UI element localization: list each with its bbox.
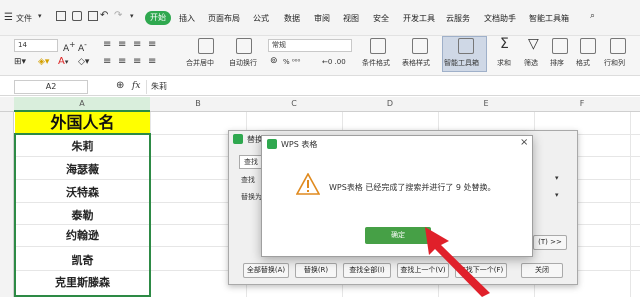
- replace-button[interactable]: 替换(R): [295, 263, 337, 278]
- decimal-icon[interactable]: ←0 .00: [322, 58, 346, 66]
- column-header-a[interactable]: A: [14, 99, 150, 108]
- sum-icon[interactable]: Σ: [500, 36, 509, 52]
- formula-input[interactable]: 朱莉: [146, 80, 636, 94]
- print-icon[interactable]: [72, 11, 82, 21]
- redo-icon[interactable]: ↷: [114, 10, 122, 21]
- shrink-font-icon[interactable]: A-: [78, 40, 87, 54]
- undo-icon[interactable]: ↶: [100, 10, 108, 21]
- tab-data[interactable]: 数据: [284, 13, 300, 24]
- cell-ref-value: A2: [45, 82, 57, 91]
- grow-font-icon[interactable]: A+: [63, 40, 75, 54]
- percent-buttons[interactable]: % ⁰⁰⁰: [283, 58, 300, 66]
- menu-bar: ☰ 文件 ▾ ↶ ↷ ▾ 开始 插入 页面布局 公式 数据 审阅 视图 安全 开…: [0, 0, 640, 36]
- replace-label: 替换为: [241, 193, 262, 201]
- dialog-logo-icon: [267, 139, 277, 149]
- format-icon[interactable]: [580, 38, 596, 54]
- row-headers: [0, 112, 14, 297]
- tab-doc-assistant[interactable]: 文档助手: [484, 13, 516, 24]
- find-all-button[interactable]: 查找全部(I): [343, 263, 391, 278]
- font-color-icon[interactable]: A▾: [58, 56, 68, 67]
- tab-cloud[interactable]: 云服务: [446, 13, 470, 24]
- sort-icon[interactable]: [552, 38, 568, 54]
- align-bottom-icon[interactable]: ≡: [133, 39, 141, 50]
- close-button[interactable]: 关闭: [521, 263, 563, 278]
- tab-find[interactable]: 查找: [239, 155, 263, 169]
- replace-all-button[interactable]: 全部替换(A): [243, 263, 289, 278]
- find-dropdown-icon[interactable]: ▾: [555, 174, 559, 182]
- tab-developer[interactable]: 开发工具: [403, 13, 435, 24]
- export-icon[interactable]: [88, 11, 98, 21]
- filter-button[interactable]: 筛选: [524, 58, 538, 68]
- selection-border: [14, 133, 151, 297]
- alert-title: WPS 表格: [281, 140, 318, 149]
- table-style-button[interactable]: 表格样式: [402, 58, 430, 68]
- conditional-format-icon[interactable]: [370, 38, 386, 54]
- filter-icon[interactable]: ▽: [528, 36, 539, 52]
- font-size-value: 14: [18, 41, 27, 49]
- find-label: 查找: [241, 176, 255, 184]
- wrap-text-button[interactable]: 自动换行: [229, 58, 257, 68]
- chevron-down-icon[interactable]: ▾: [38, 12, 42, 20]
- tab-smart-toolbox[interactable]: 智能工具箱: [529, 13, 569, 24]
- tab-security[interactable]: 安全: [373, 13, 389, 24]
- column-header-f[interactable]: F: [534, 99, 630, 108]
- more-icon[interactable]: ▾: [130, 12, 134, 20]
- header-cell[interactable]: 外国人名: [15, 112, 150, 134]
- file-menu[interactable]: 文件: [16, 13, 32, 24]
- formula-content: 朱莉: [151, 82, 167, 91]
- toolbox-icon: [458, 38, 474, 54]
- column-header-b[interactable]: B: [150, 99, 246, 108]
- tab-start[interactable]: 开始: [145, 11, 171, 25]
- row-col-button[interactable]: 行和列: [604, 58, 625, 68]
- merge-center-button[interactable]: 合并居中: [186, 58, 214, 68]
- number-format-value: 常规: [272, 41, 286, 49]
- fx-label[interactable]: fx: [132, 81, 140, 91]
- smart-toolbox-button[interactable]: 智能工具箱: [444, 58, 479, 68]
- column-header-c[interactable]: C: [246, 99, 342, 108]
- red-arrow-annotation: [425, 227, 490, 297]
- tab-insert[interactable]: 插入: [179, 13, 195, 24]
- tab-formula[interactable]: 公式: [253, 13, 269, 24]
- merge-icon[interactable]: [198, 38, 214, 54]
- row-col-icon[interactable]: [610, 38, 626, 54]
- tab-view[interactable]: 视图: [343, 13, 359, 24]
- number-format-select[interactable]: 常规: [268, 39, 352, 52]
- table-style-icon[interactable]: [412, 38, 428, 54]
- wrap-icon[interactable]: [236, 38, 252, 54]
- tab-review[interactable]: 审阅: [314, 13, 330, 24]
- alert-message: WPS表格 已经完成了搜索并进行了 9 处替换。: [329, 183, 496, 192]
- currency-icon[interactable]: ⊚: [270, 56, 278, 66]
- format-button[interactable]: 格式: [576, 58, 590, 68]
- zoom-icon[interactable]: ⊕: [116, 80, 124, 91]
- options-button[interactable]: (T) >>: [533, 235, 567, 250]
- dialog-logo-icon: [233, 134, 243, 144]
- align-top-icon[interactable]: ≡: [103, 39, 111, 50]
- align-middle-icon[interactable]: ≡: [118, 39, 126, 50]
- replace-dropdown-icon[interactable]: ▾: [555, 191, 559, 199]
- align-left-icon[interactable]: ≡: [103, 56, 111, 67]
- align-center-icon[interactable]: ≡: [118, 56, 126, 67]
- tab-page-layout[interactable]: 页面布局: [208, 13, 240, 24]
- ribbon-toolbar: 14 A+ A- ⊞▾ ◈▾ A▾ ◇▾ ≡ ≡ ≡ ≡ ≡ ≡ ≡ ≡ 合并居…: [0, 36, 640, 76]
- formula-bar: A2 ⊕ fx 朱莉: [0, 78, 640, 96]
- distribute-icon[interactable]: ≡: [148, 56, 156, 67]
- clear-format-icon[interactable]: ◇▾: [78, 57, 89, 67]
- column-header-d[interactable]: D: [342, 99, 438, 108]
- close-icon[interactable]: ×: [520, 137, 528, 148]
- warning-icon: [295, 172, 321, 195]
- sum-button[interactable]: 求和: [497, 58, 511, 68]
- search-icon[interactable]: ⌕: [590, 11, 595, 21]
- align-right-icon[interactable]: ≡: [148, 39, 156, 50]
- name-box[interactable]: A2: [14, 80, 88, 94]
- conditional-format-button[interactable]: 条件格式: [362, 58, 390, 68]
- column-header-e[interactable]: E: [438, 99, 534, 108]
- hamburger-icon[interactable]: ☰: [4, 12, 13, 23]
- save-icon[interactable]: [56, 11, 66, 21]
- align-justify-icon[interactable]: ≡: [133, 56, 141, 67]
- border-icon[interactable]: ⊞▾: [14, 57, 26, 67]
- fill-color-icon[interactable]: ◈▾: [38, 57, 49, 67]
- font-size-select[interactable]: 14: [14, 39, 58, 52]
- column-headers: A B C D E F: [0, 97, 640, 112]
- sort-button[interactable]: 排序: [550, 58, 564, 68]
